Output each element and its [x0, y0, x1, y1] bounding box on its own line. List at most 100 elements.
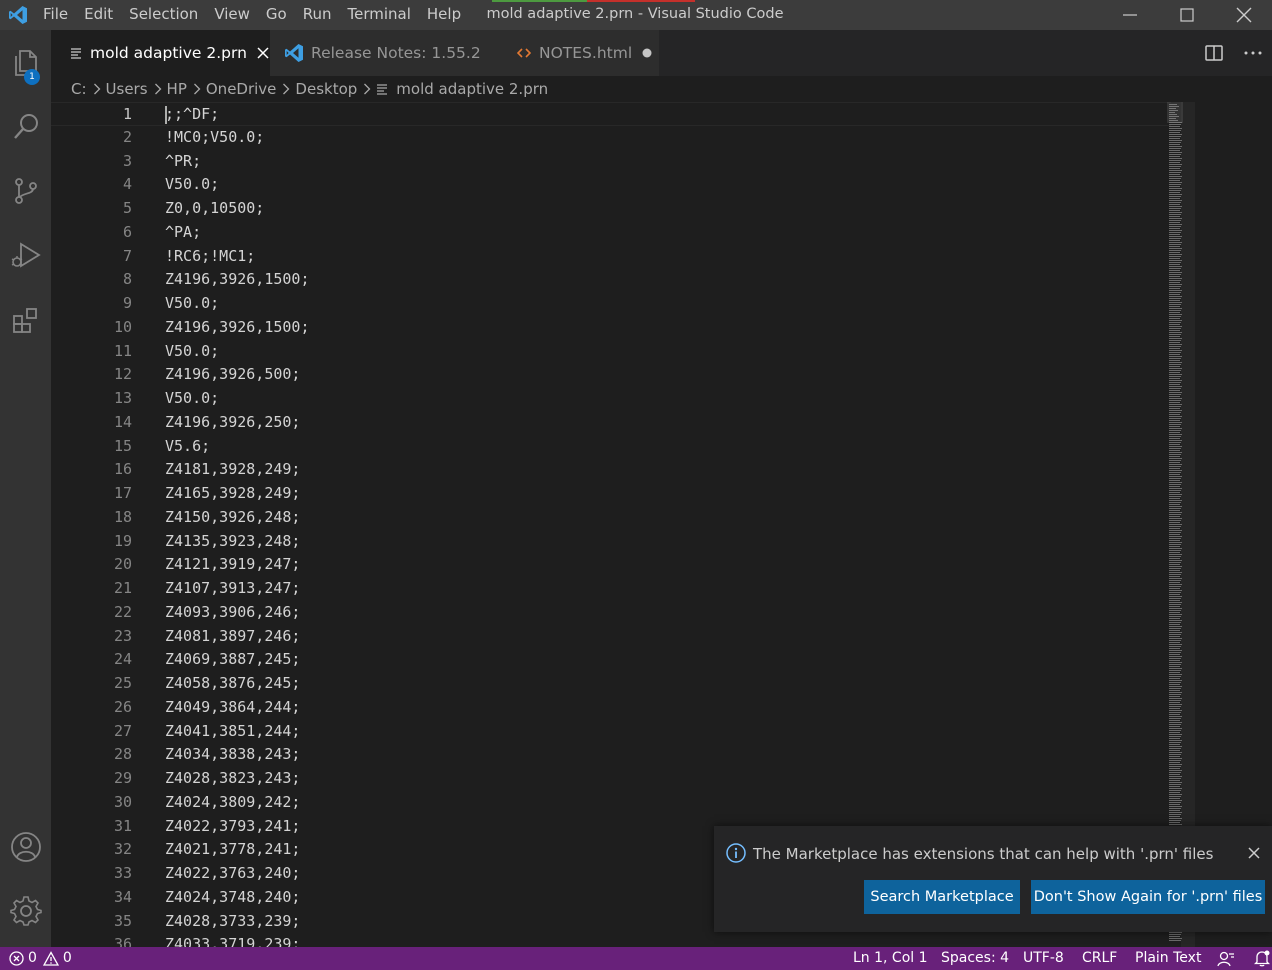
minimap-line: [1169, 682, 1181, 683]
code-line[interactable]: 36 Z4033,3719,239;: [51, 933, 1171, 947]
activity-accounts[interactable]: [0, 822, 51, 872]
minimap-line: [1169, 708, 1180, 709]
tab-notes-html[interactable]: NOTES.html: [497, 30, 659, 76]
notifications-button[interactable]: [1254, 947, 1270, 970]
code-line[interactable]: 6 ^PA;: [51, 221, 1171, 245]
line-number: 26: [113, 697, 132, 716]
minimap-line: [1169, 450, 1180, 451]
code-line[interactable]: 27 Z4041,3851,244;: [51, 720, 1171, 744]
vscode-logo-icon[interactable]: [0, 0, 35, 30]
breadcrumb-item[interactable]: OneDrive: [206, 80, 277, 98]
minimap-line: [1169, 534, 1180, 535]
minimap-line: [1169, 670, 1181, 671]
code-line[interactable]: 12 Z4196,3926,500;: [51, 363, 1171, 387]
language-mode[interactable]: Plain Text: [1135, 947, 1201, 970]
code-line[interactable]: 2 !MC0;V50.0;: [51, 126, 1171, 150]
activity-extensions[interactable]: [0, 296, 51, 346]
code-line[interactable]: 28 Z4034,3838,243;: [51, 743, 1171, 767]
minimap-line: [1169, 790, 1181, 791]
code-line[interactable]: 17 Z4165,3928,249;: [51, 482, 1171, 506]
menu-bar: File Edit Selection View Go Run Terminal…: [35, 0, 469, 30]
code-line[interactable]: 20 Z4121,3919,247;: [51, 553, 1171, 577]
code-line[interactable]: 14 Z4196,3926,250;: [51, 411, 1171, 435]
minimap-line: [1169, 640, 1181, 641]
code-line[interactable]: 7 !RC6;!MC1;: [51, 245, 1171, 269]
breadcrumb-item[interactable]: HP: [167, 80, 187, 98]
problems-indicator[interactable]: 0 0: [9, 947, 72, 970]
cursor-position[interactable]: Ln 1, Col 1: [853, 947, 928, 970]
breadcrumb-item[interactable]: C:: [71, 80, 87, 98]
code-line[interactable]: 25 Z4058,3876,245;: [51, 672, 1171, 696]
code-line[interactable]: 8 Z4196,3926,1500;: [51, 268, 1171, 292]
activity-search[interactable]: [0, 102, 51, 152]
menu-selection[interactable]: Selection: [121, 0, 206, 30]
minimap-line: [1169, 396, 1180, 397]
tab-close-button[interactable]: [257, 47, 269, 59]
minimap-line: [1169, 490, 1181, 491]
breadcrumb-item[interactable]: Users: [106, 80, 148, 98]
code-line[interactable]: 30 Z4024,3809,242;: [51, 791, 1171, 815]
minimap-line: [1169, 940, 1181, 941]
breadcrumb-item[interactable]: Desktop: [295, 80, 357, 98]
indentation[interactable]: Spaces: 4: [941, 947, 1009, 970]
minimap-line: [1169, 760, 1181, 761]
activity-run-debug[interactable]: [0, 230, 51, 280]
notification-close-button[interactable]: [1244, 843, 1264, 863]
code-line[interactable]: 26 Z4049,3864,244;: [51, 696, 1171, 720]
more-actions-button[interactable]: [1233, 30, 1272, 76]
minimap-line: [1169, 336, 1180, 337]
code-line[interactable]: 1 ;;^DF;: [51, 102, 1171, 126]
end-of-line[interactable]: CRLF: [1082, 947, 1117, 970]
code-line[interactable]: 21 Z4107,3913,247;: [51, 577, 1171, 601]
menu-run[interactable]: Run: [295, 0, 340, 30]
minimap-line: [1169, 784, 1181, 785]
editor[interactable]: 1 ;;^DF; 2 !MC0;V50.0; 3 ^PR; 4 V50.0; 5 Z0,0,105…: [51, 102, 1272, 947]
code-line[interactable]: 24 Z4069,3887,245;: [51, 648, 1171, 672]
marketplace-notification: The Marketplace has extensions that can …: [714, 826, 1272, 932]
split-editor-button[interactable]: [1194, 30, 1233, 76]
search-marketplace-button[interactable]: Search Marketplace: [864, 880, 1020, 914]
close-window-button[interactable]: [1215, 0, 1272, 30]
feedback-button[interactable]: [1217, 947, 1235, 970]
code-line[interactable]: 5 Z0,0,10500;: [51, 197, 1171, 221]
encoding[interactable]: UTF-8: [1023, 947, 1064, 970]
menu-edit[interactable]: Edit: [76, 0, 121, 30]
menu-file[interactable]: File: [35, 0, 76, 30]
code-line[interactable]: 16 Z4181,3928,249;: [51, 458, 1171, 482]
menu-terminal[interactable]: Terminal: [340, 0, 419, 30]
menu-go[interactable]: Go: [258, 0, 295, 30]
activity-source-control[interactable]: [0, 166, 51, 216]
code-text: Z4022,3763,240;: [165, 864, 301, 882]
activity-manage[interactable]: [0, 886, 51, 936]
minimap-line: [1169, 262, 1181, 263]
code-line[interactable]: 29 Z4028,3823,243;: [51, 767, 1171, 791]
menu-view[interactable]: View: [206, 0, 258, 30]
code-line[interactable]: 15 V5.6;: [51, 435, 1171, 459]
minimize-button[interactable]: [1101, 0, 1158, 30]
tab-mold-adaptive[interactable]: mold adaptive 2.prn: [51, 30, 270, 76]
code-line[interactable]: 13 V50.0;: [51, 387, 1171, 411]
minimap-line: [1169, 264, 1180, 265]
activity-bar: 1: [0, 30, 51, 947]
minimap-line: [1169, 180, 1180, 181]
menu-help[interactable]: Help: [419, 0, 469, 30]
code-line[interactable]: 23 Z4081,3897,246;: [51, 625, 1171, 649]
code-line[interactable]: 11 V50.0;: [51, 340, 1171, 364]
code-line[interactable]: 10 Z4196,3926,1500;: [51, 316, 1171, 340]
code-line[interactable]: 18 Z4150,3926,248;: [51, 506, 1171, 530]
maximize-button[interactable]: [1158, 0, 1215, 30]
chevron-right-icon: [193, 83, 201, 95]
dont-show-again-button[interactable]: Don't Show Again for '.prn' files: [1031, 880, 1265, 914]
unsaved-dot-icon[interactable]: [642, 48, 652, 58]
code-line[interactable]: 9 V50.0;: [51, 292, 1171, 316]
code-line[interactable]: 19 Z4135,3923,248;: [51, 530, 1171, 554]
breadcrumb-file[interactable]: mold adaptive 2.prn: [376, 80, 548, 98]
code-line[interactable]: 3 ^PR;: [51, 150, 1171, 174]
code-line[interactable]: 22 Z4093,3906,246;: [51, 601, 1171, 625]
tab-release-notes[interactable]: Release Notes: 1.55.2: [270, 30, 497, 76]
activity-explorer[interactable]: 1: [0, 38, 51, 88]
minimap-line: [1169, 528, 1180, 529]
code-line[interactable]: 4 V50.0;: [51, 173, 1171, 197]
editor-actions: [1194, 30, 1272, 76]
vertical-scrollbar[interactable]: [1181, 102, 1195, 947]
